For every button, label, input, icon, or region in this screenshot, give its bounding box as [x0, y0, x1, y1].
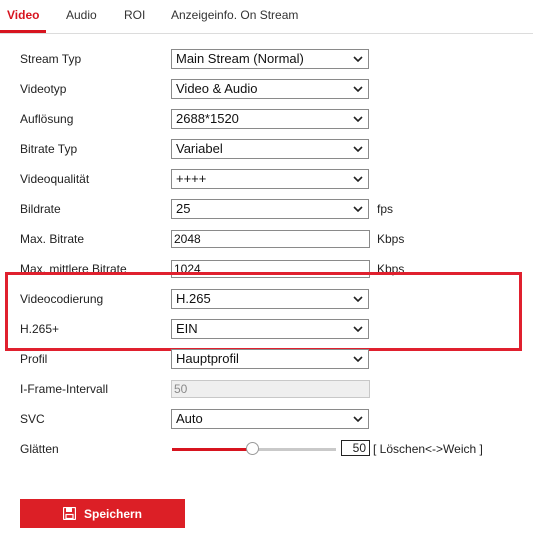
bitrate-type-select[interactable]: Variabel	[171, 139, 369, 159]
video-type-value: Video & Audio	[176, 81, 258, 96]
resolution-select[interactable]: 2688*1520	[171, 109, 369, 129]
stream-type-value: Main Stream (Normal)	[176, 51, 304, 66]
tab-bar: Video Audio ROI Anzeigeinfo. On Stream	[0, 0, 533, 34]
stream-type-label: Stream Typ	[20, 52, 82, 66]
frame-rate-select[interactable]: 25	[171, 199, 369, 219]
profile-value: Hauptprofil	[176, 351, 239, 366]
floppy-disk-icon	[62, 507, 76, 520]
frame-rate-unit: fps	[377, 202, 394, 216]
video-type-select[interactable]: Video & Audio	[171, 79, 369, 99]
smoothing-slider-thumb[interactable]	[246, 442, 259, 455]
smoothing-slider-fill	[172, 448, 252, 451]
resolution-value: 2688*1520	[176, 111, 239, 126]
chevron-down-icon	[353, 116, 363, 122]
svc-value: Auto	[176, 411, 203, 426]
chevron-down-icon	[353, 86, 363, 92]
smoothing-value-input[interactable]: 50	[341, 440, 370, 456]
iframe-interval-input: 50	[171, 380, 370, 398]
video-quality-label: Videoqualität	[20, 172, 90, 186]
video-quality-value: ++++	[176, 171, 207, 186]
video-type-label: Videotyp	[20, 82, 67, 96]
chevron-down-icon	[353, 56, 363, 62]
resolution-label: Auflösung	[20, 112, 74, 126]
svc-label: SVC	[20, 412, 45, 426]
max-bitrate-label: Max. Bitrate	[20, 232, 85, 246]
svc-select[interactable]: Auto	[171, 409, 369, 429]
chevron-down-icon	[353, 206, 363, 212]
active-tab-indicator	[0, 30, 46, 33]
save-button-label: Speichern	[83, 506, 143, 521]
max-bitrate-unit: Kbps	[377, 232, 405, 246]
tab-roi[interactable]: ROI	[124, 8, 145, 22]
iframe-interval-label: I-Frame-Intervall	[20, 382, 109, 396]
video-quality-select[interactable]: ++++	[171, 169, 369, 189]
max-bitrate-input[interactable]: 2048	[171, 230, 370, 248]
smoothing-label: Glätten	[20, 442, 59, 456]
highlight-box	[5, 272, 522, 351]
smoothing-hint: [ Löschen<->Weich ]	[373, 442, 483, 456]
bitrate-type-value: Variabel	[176, 141, 223, 156]
frame-rate-value: 25	[176, 201, 191, 216]
chevron-down-icon	[353, 146, 363, 152]
chevron-down-icon	[353, 356, 363, 362]
tab-osd[interactable]: Anzeigeinfo. On Stream	[171, 8, 298, 22]
chevron-down-icon	[353, 416, 363, 422]
bitrate-type-label: Bitrate Typ	[20, 142, 78, 156]
stream-type-select[interactable]: Main Stream (Normal)	[171, 49, 369, 69]
profile-select[interactable]: Hauptprofil	[171, 349, 369, 369]
frame-rate-label: Bildrate	[20, 202, 61, 216]
profile-label: Profil	[20, 352, 48, 366]
tab-audio[interactable]: Audio	[66, 8, 97, 22]
chevron-down-icon	[353, 176, 363, 182]
tab-video[interactable]: Video	[7, 8, 39, 22]
save-button[interactable]: Speichern	[20, 499, 185, 528]
